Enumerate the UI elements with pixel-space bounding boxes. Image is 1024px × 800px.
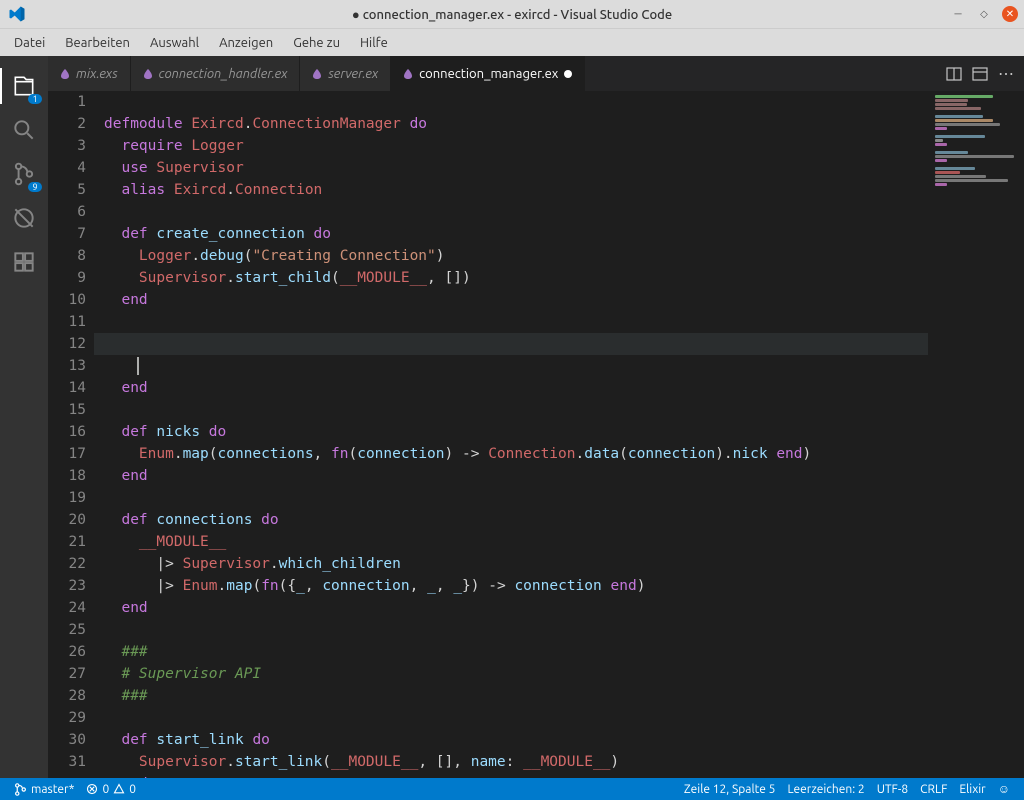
scm-badge: 9	[28, 182, 42, 192]
tab-actions: ⋯	[936, 56, 1024, 91]
status-eol[interactable]: CRLF	[914, 782, 953, 796]
dirty-indicator-icon	[564, 70, 572, 78]
activity-debug[interactable]	[0, 196, 48, 240]
tab-label: connection_manager.ex	[419, 67, 558, 81]
status-problems[interactable]: 0 0	[80, 783, 142, 796]
tab-mix-exs[interactable]: mix.exs	[48, 56, 131, 91]
activity-search[interactable]	[0, 108, 48, 152]
main-area: 1 9 mix.exs connection_handler.ex	[0, 56, 1024, 778]
editor-layout-icon[interactable]	[972, 66, 988, 82]
activity-extensions[interactable]	[0, 240, 48, 284]
activity-scm[interactable]: 9	[0, 152, 48, 196]
titlebar: ● connection_manager.ex - exircd - Visua…	[0, 0, 1024, 28]
more-actions-icon[interactable]: ⋯	[998, 64, 1014, 83]
status-language[interactable]: Elixir	[953, 782, 991, 796]
window-controls: ─ ◇ ✕	[950, 6, 1018, 22]
minimize-button[interactable]: ─	[950, 6, 966, 22]
code-editor[interactable]: 1 2 3 4 5 6 7 8 9 10 11 12 13 14 15 16 1…	[48, 91, 928, 778]
explorer-badge: 1	[28, 94, 42, 104]
menu-selection[interactable]: Auswahl	[142, 34, 207, 52]
tab-bar: mix.exs connection_handler.ex server.ex …	[48, 56, 1024, 91]
editor-split: 1 2 3 4 5 6 7 8 9 10 11 12 13 14 15 16 1…	[48, 91, 1024, 778]
window-title: ● connection_manager.ex - exircd - Visua…	[352, 7, 672, 22]
tab-server[interactable]: server.ex	[300, 56, 391, 91]
minimap[interactable]	[928, 91, 1024, 778]
status-encoding[interactable]: UTF-8	[871, 782, 914, 796]
maximize-button[interactable]: ◇	[976, 6, 992, 22]
editor-area: mix.exs connection_handler.ex server.ex …	[48, 56, 1024, 778]
status-indentation[interactable]: Leerzeichen: 2	[781, 782, 870, 796]
tab-label: server.ex	[328, 67, 378, 81]
menu-view[interactable]: Anzeigen	[211, 34, 281, 52]
menu-file[interactable]: Datei	[6, 34, 53, 52]
split-editor-icon[interactable]	[946, 66, 962, 82]
tab-label: mix.exs	[76, 67, 118, 81]
vscode-logo-icon	[8, 5, 26, 23]
activity-bar: 1 9	[0, 56, 48, 778]
activity-explorer[interactable]: 1	[0, 64, 48, 108]
status-bar: master* 0 0 Zeile 12, Spalte 5 Leerzeich…	[0, 778, 1024, 800]
line-number-gutter: 1 2 3 4 5 6 7 8 9 10 11 12 13 14 15 16 1…	[48, 91, 104, 778]
tab-connection-handler[interactable]: connection_handler.ex	[131, 56, 301, 91]
status-cursor-position[interactable]: Zeile 12, Spalte 5	[678, 782, 782, 796]
menu-go[interactable]: Gehe zu	[285, 34, 348, 52]
menubar: Datei Bearbeiten Auswahl Anzeigen Gehe z…	[0, 28, 1024, 56]
code-content[interactable]: defmodule Exircd.ConnectionManager do re…	[104, 91, 928, 778]
tab-connection-manager[interactable]: connection_manager.ex	[391, 56, 585, 91]
status-feedback-icon[interactable]: ☺	[992, 782, 1016, 796]
status-branch[interactable]: master*	[8, 783, 80, 796]
close-button[interactable]: ✕	[1002, 6, 1018, 22]
menu-edit[interactable]: Bearbeiten	[57, 34, 138, 52]
menu-help[interactable]: Hilfe	[352, 34, 396, 52]
tab-label: connection_handler.ex	[159, 67, 288, 81]
